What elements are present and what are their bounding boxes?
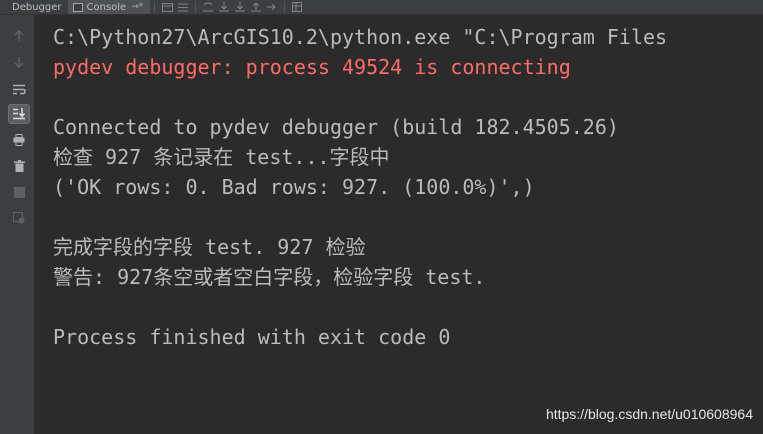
console-line: Connected to pydev debugger (build 182.4… (53, 115, 619, 139)
tool-window-header: Debugger Console →* (0, 0, 763, 15)
console-line: ('OK rows: 0. Bad rows: 927. (100.0%)',) (53, 175, 535, 199)
arrow-up-icon[interactable] (9, 27, 29, 45)
console-line: C:\Python27\ArcGIS10.2\python.exe "C:\Pr… (53, 25, 668, 49)
step-out-icon[interactable] (248, 0, 264, 14)
scroll-to-end-icon[interactable] (8, 104, 30, 124)
tab-console[interactable]: Console →* (67, 0, 151, 14)
watermark-text: https://blog.csdn.net/u010608964 (545, 406, 753, 422)
settings-icon[interactable] (9, 209, 29, 227)
restore-layout-icon[interactable] (159, 0, 175, 14)
list-icon[interactable] (175, 0, 191, 14)
run-to-cursor-icon[interactable] (264, 0, 280, 14)
console-output[interactable]: C:\Python27\ArcGIS10.2\python.exe "C:\Pr… (35, 15, 763, 434)
toolbar-separator (284, 1, 286, 13)
table-icon[interactable] (289, 0, 305, 14)
step-into-my-code-icon[interactable] (232, 0, 248, 14)
console-line: Process finished with exit code 0 (53, 325, 451, 349)
trash-icon[interactable] (9, 157, 29, 175)
debug-tool-window: Debugger Console →* C:\Python27\ArcGIS10… (0, 0, 763, 434)
soft-wrap-icon[interactable] (9, 80, 29, 98)
print-icon[interactable] (9, 131, 29, 149)
console-icon (72, 2, 83, 12)
tab-debugger[interactable]: Debugger (0, 0, 68, 14)
console-line: 检查 927 条记录在 test...字段中 (53, 145, 390, 169)
step-into-icon[interactable] (216, 0, 232, 14)
toolbar-separator (154, 1, 156, 13)
console-line: 警告: 927条空或者空白字段，检验字段 test. (53, 265, 486, 289)
toolbar-separator (195, 1, 197, 13)
console-side-toolbar (0, 15, 35, 434)
tab-debugger-label: Debugger (12, 1, 62, 13)
pin-icon[interactable]: →* (131, 2, 143, 12)
console-error-line: pydev debugger: process 49524 is connect… (53, 55, 571, 79)
stop-icon[interactable] (9, 183, 29, 201)
tab-console-label: Console (86, 1, 127, 13)
step-over-icon[interactable] (200, 0, 216, 14)
console-line: 完成字段的字段 test. 927 检验 (53, 235, 366, 259)
arrow-down-icon[interactable] (9, 53, 29, 71)
